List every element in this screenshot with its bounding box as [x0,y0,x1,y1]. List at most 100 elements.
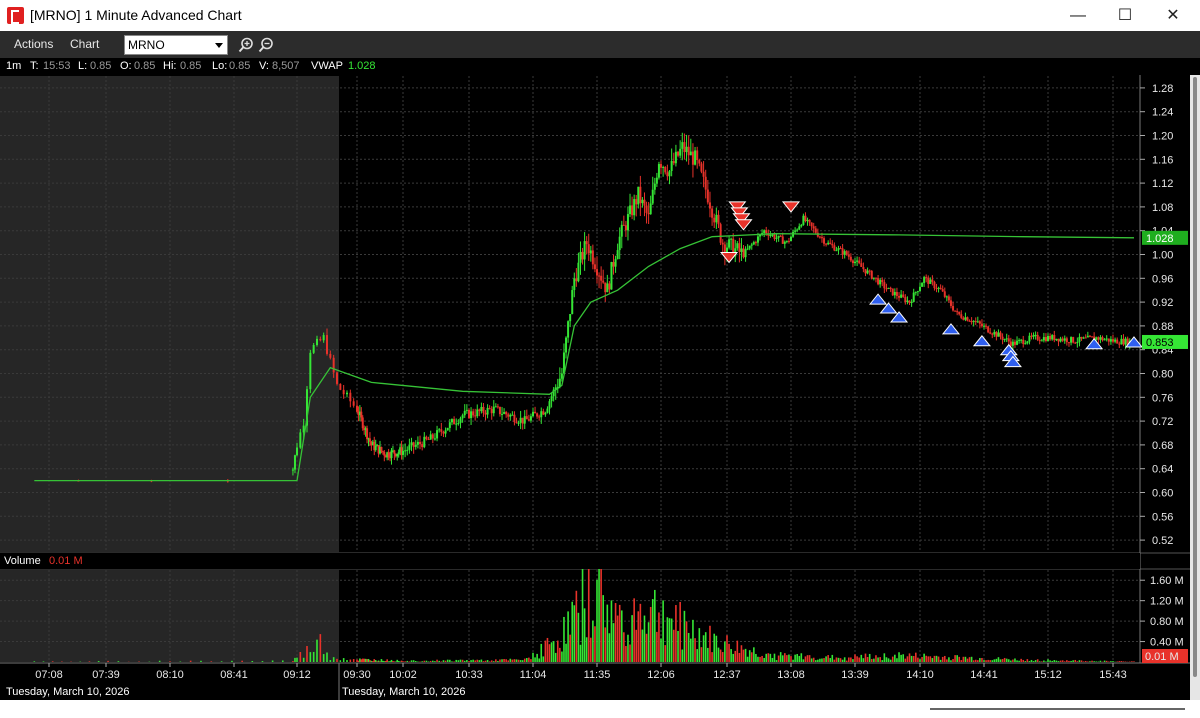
volume-bar [937,656,940,662]
volume-bar [384,660,387,662]
candle-body [1070,337,1073,343]
volume-bar [370,660,373,662]
volume-bar [550,642,553,662]
volume-bar [827,655,829,662]
volume-bar [559,647,561,662]
candle-body [529,416,532,421]
volume-bar [900,654,902,662]
candle-body [835,250,838,252]
candle-body [906,300,909,303]
volume-bar [962,656,965,662]
vertical-scroll-thumb[interactable] [1193,77,1197,677]
candle-body [486,407,489,415]
candle-body [691,151,694,165]
volume-bar [966,658,969,662]
volume-bar [917,657,919,662]
volume-bar [1005,658,1008,662]
volume-bar [845,660,848,662]
volume-bar [881,660,884,662]
volume-bar [552,641,555,662]
volume-bar [972,660,975,662]
volume-bar [346,660,348,662]
volume-bar [1072,660,1074,662]
volume-bar [404,661,406,662]
volume-bar [561,651,563,662]
candle-body [1061,338,1064,341]
volume-bar [954,655,956,662]
candle-body [571,290,574,314]
volume-bar [501,659,503,662]
volume-bar [810,658,813,662]
volume-bar [839,658,842,662]
time-tick-label: 13:08 [777,669,805,681]
candle-body [1032,334,1035,337]
volume-bar [1087,661,1089,662]
candle-body [902,294,905,297]
volume-bar [658,612,660,662]
volume-bar [519,660,522,662]
volume-bar [765,653,768,662]
candle-body [521,417,524,424]
candle-body [465,409,468,411]
candle-body [937,287,940,289]
candle-body [523,416,526,424]
candle-body [1072,337,1075,343]
candle-body [455,423,458,425]
candle-body [790,236,792,242]
candle-body [631,205,634,216]
candle-body [332,357,335,373]
candle-body [993,331,996,335]
candle-body [941,289,944,292]
volume-bar [472,659,474,662]
candle-body [484,412,487,415]
candle-body [877,278,880,285]
volume-bar [690,638,692,662]
candle-body [1044,337,1047,341]
candle-body [390,450,393,458]
chart-window: [MRNO] 1 Minute Advanced Chart — ☐ ✕ Act… [0,0,1200,718]
volume-bar [390,659,393,662]
candle-body [881,279,884,283]
volume-bar [856,656,858,662]
candle-body [687,146,690,156]
candle-body [461,415,464,419]
candle-body [825,243,828,245]
volume-bar [372,661,374,662]
volume-bar [983,660,985,662]
volume-bar [373,659,376,662]
candle-body [858,260,861,264]
candle-body [532,411,534,417]
volume-bar [349,659,352,662]
volume-bar [750,652,753,662]
volume-bar [919,659,921,662]
candle-body [985,325,988,327]
price-chart[interactable]: 1.281.241.201.161.121.081.041.000.960.92… [0,0,1190,700]
horizontal-scroll-thumb[interactable] [930,708,1185,710]
last-price-badge: 0.853 [1146,337,1174,349]
candle-body [393,450,396,454]
candle-body [319,338,322,341]
volume-bar [704,632,707,662]
candle-body [970,321,973,323]
volume-bar [702,635,705,662]
candle-body [457,423,460,425]
candle-body [754,242,757,244]
candle-body [849,256,852,261]
volume-bar [1093,661,1095,662]
volume-bar [538,658,540,662]
volume-bar [841,659,844,662]
volume-bar [946,659,948,662]
candle-body [540,411,543,418]
volume-bar [374,660,377,662]
candle-body [492,406,495,414]
volume-bar [484,660,487,662]
volume-bar [887,658,890,662]
vertical-scrollbar[interactable] [1190,75,1200,700]
volume-bar [833,659,836,662]
candle-body [856,260,859,262]
time-tick-label: 12:06 [647,669,675,681]
volume-bar [457,660,460,662]
candle-body [1080,336,1083,339]
candle-body [746,248,749,250]
candle-body [421,444,424,448]
